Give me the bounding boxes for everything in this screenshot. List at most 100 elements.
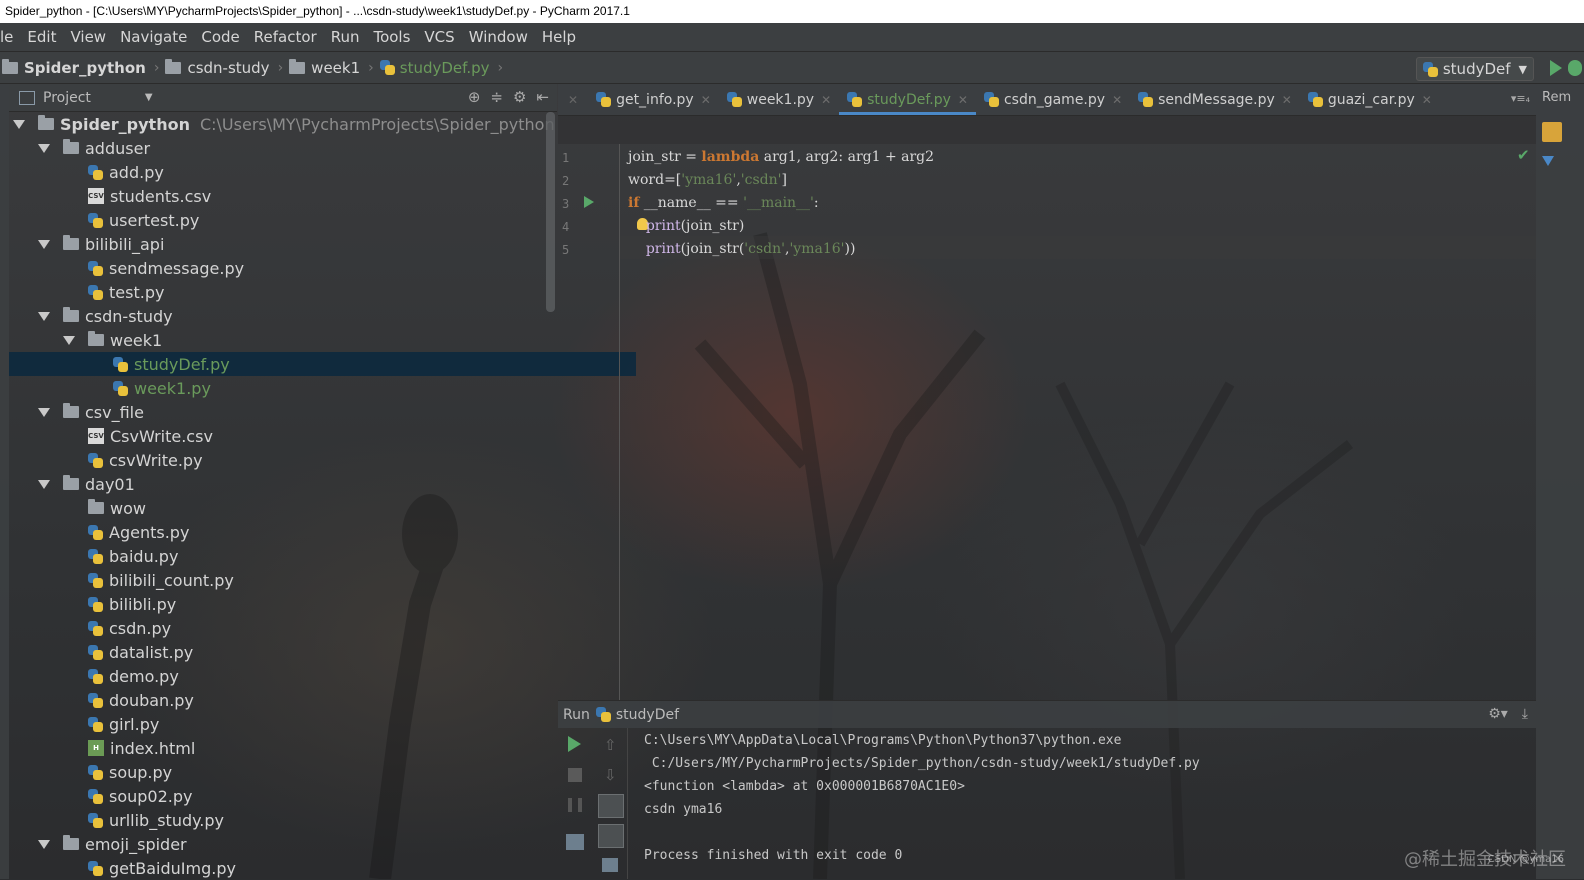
tree-file[interactable]: baidu.py xyxy=(9,544,611,568)
tree-folder[interactable]: day01 xyxy=(9,472,586,496)
expand-arrow-icon[interactable] xyxy=(38,311,50,321)
sql-console-icon[interactable] xyxy=(1542,122,1562,142)
debug-icon[interactable] xyxy=(1568,60,1582,76)
python-file-icon xyxy=(595,707,611,722)
close-icon[interactable]: ✕ xyxy=(701,93,711,107)
scroll-up-icon[interactable]: ⇧ xyxy=(604,736,622,754)
tree-file[interactable]: usertest.py xyxy=(9,208,611,232)
collapse-all-icon[interactable]: ≑ xyxy=(490,88,503,106)
run-icon[interactable] xyxy=(1550,60,1562,76)
tree-item-label: urllib_study.py xyxy=(109,810,225,830)
tree-file[interactable]: douban.py xyxy=(9,688,611,712)
tree-file[interactable]: CSV students.csv xyxy=(9,184,611,208)
breadcrumb-item[interactable]: csdn-study › xyxy=(165,58,283,77)
soft-wrap-icon[interactable] xyxy=(598,794,624,818)
menu-item-edit[interactable]: Edit xyxy=(20,28,63,46)
menu-item-help[interactable]: Help xyxy=(535,28,583,46)
tree-item-label: students.csv xyxy=(110,186,212,206)
tab-csdn_game-py[interactable]: csdn_game.py ✕ xyxy=(976,84,1130,115)
rerun-icon[interactable] xyxy=(568,736,581,752)
tree-file[interactable]: bilibili_count.py xyxy=(9,568,611,592)
gear-icon[interactable]: ⚙ xyxy=(513,88,526,106)
close-icon[interactable]: ✕ xyxy=(958,93,968,107)
expand-arrow-icon[interactable] xyxy=(38,407,50,417)
hide-panel-icon[interactable]: ⇤ xyxy=(536,88,549,106)
menu-item-run[interactable]: Run xyxy=(324,28,367,46)
scroll-down-icon[interactable]: ⇩ xyxy=(604,766,622,784)
project-view-select[interactable]: Project ▼ xyxy=(19,90,153,106)
tree-folder[interactable]: emoji_spider xyxy=(9,832,586,856)
tree-file[interactable]: studyDef.py xyxy=(9,352,636,376)
tree-folder[interactable]: wow xyxy=(9,496,611,520)
gear-icon[interactable]: ⚙▾ xyxy=(1488,706,1508,722)
run-panel-config[interactable]: studyDef xyxy=(616,707,679,723)
expand-arrow-icon[interactable] xyxy=(13,119,25,129)
menu-item-le[interactable]: le xyxy=(0,28,20,46)
tab-week1-py[interactable]: week1.py ✕ xyxy=(719,84,839,115)
tree-file[interactable]: soup.py xyxy=(9,760,611,784)
trash-icon[interactable] xyxy=(602,858,618,872)
scroll-down-icon[interactable] xyxy=(1542,156,1554,166)
menu-item-view[interactable]: View xyxy=(63,28,113,46)
expand-arrow-icon[interactable] xyxy=(38,479,50,489)
tree-file[interactable]: getBaiduImg.py xyxy=(9,856,611,880)
breadcrumb-item[interactable]: studyDef.py › xyxy=(379,59,503,77)
close-icon[interactable]: ✕ xyxy=(1422,93,1432,107)
menu-item-code[interactable]: Code xyxy=(194,28,246,46)
tab-guazi_car-py[interactable]: guazi_car.py ✕ xyxy=(1300,84,1440,115)
tree-file[interactable]: add.py xyxy=(9,160,611,184)
menu-item-window[interactable]: Window xyxy=(462,28,535,46)
expand-arrow-icon[interactable] xyxy=(38,143,50,153)
tree-folder[interactable]: csdn-study xyxy=(9,304,586,328)
close-icon[interactable]: ✕ xyxy=(821,93,831,107)
tree-file[interactable]: datalist.py xyxy=(9,640,611,664)
locate-icon[interactable]: ⊕ xyxy=(468,88,481,106)
menu-item-refactor[interactable]: Refactor xyxy=(247,28,324,46)
tree-folder[interactable]: bilibili_api xyxy=(9,232,586,256)
menu-item-vcs[interactable]: VCS xyxy=(417,28,461,46)
tree-file[interactable]: csvWrite.py xyxy=(9,448,611,472)
tree-folder[interactable]: csv_file xyxy=(9,400,586,424)
python-file-icon xyxy=(88,668,103,684)
breadcrumb-item[interactable]: week1 › xyxy=(289,58,374,77)
tree-folder[interactable]: week1 xyxy=(9,328,611,352)
tree-file[interactable]: CSV CsvWrite.csv xyxy=(9,424,611,448)
print-icon[interactable] xyxy=(598,824,624,848)
breadcrumb-item[interactable]: Spider_python › xyxy=(2,58,159,77)
run-configuration-select[interactable]: studyDef ▼ xyxy=(1415,57,1534,81)
layout-icon[interactable] xyxy=(566,834,584,850)
tree-file[interactable]: week1.py xyxy=(9,376,636,400)
close-icon[interactable]: ✕ xyxy=(568,93,578,107)
remote-host-tab[interactable]: Rem xyxy=(1542,90,1571,105)
menu-item-navigate[interactable]: Navigate xyxy=(113,28,194,46)
close-icon[interactable]: ✕ xyxy=(1112,93,1122,107)
menu-item-tools[interactable]: Tools xyxy=(366,28,417,46)
tree-item-label: douban.py xyxy=(109,690,194,710)
pause-icon[interactable] xyxy=(568,798,582,812)
hide-panel-icon[interactable]: ⤓ xyxy=(1522,706,1528,722)
tree-item-label: emoji_spider xyxy=(85,834,187,854)
tab-studydef-py[interactable]: studyDef.py ✕ xyxy=(839,84,976,115)
tab-get_info-py[interactable]: get_info.py ✕ xyxy=(588,84,719,115)
tree-file[interactable]: bilibli.py xyxy=(9,592,611,616)
tree-file[interactable]: girl.py xyxy=(9,712,611,736)
tab-sendmessage-py[interactable]: sendMessage.py ✕ xyxy=(1130,84,1300,115)
run-gutter-icon[interactable] xyxy=(584,196,594,208)
expand-arrow-icon[interactable] xyxy=(38,839,50,849)
expand-arrow-icon[interactable] xyxy=(38,239,50,249)
close-icon[interactable]: ✕ xyxy=(1282,93,1292,107)
tree-root[interactable]: Spider_python C:\Users\MY\PycharmProject… xyxy=(9,112,561,136)
tree-file[interactable]: test.py xyxy=(9,280,611,304)
tree-file[interactable]: sendmessage.py xyxy=(9,256,611,280)
tree-file[interactable]: csdn.py xyxy=(9,616,611,640)
tab-list-icon[interactable]: ▾≡₄ xyxy=(1511,92,1530,105)
tree-file[interactable]: Hindex.html xyxy=(9,736,611,760)
project-tree-scrollbar[interactable] xyxy=(546,112,555,312)
tree-file[interactable]: urllib_study.py xyxy=(9,808,611,832)
tree-folder[interactable]: adduser xyxy=(9,136,586,160)
tree-file[interactable]: soup02.py xyxy=(9,784,611,808)
tree-file[interactable]: Agents.py xyxy=(9,520,611,544)
expand-arrow-icon[interactable] xyxy=(63,335,75,345)
stop-icon[interactable] xyxy=(568,768,582,782)
tree-file[interactable]: demo.py xyxy=(9,664,611,688)
